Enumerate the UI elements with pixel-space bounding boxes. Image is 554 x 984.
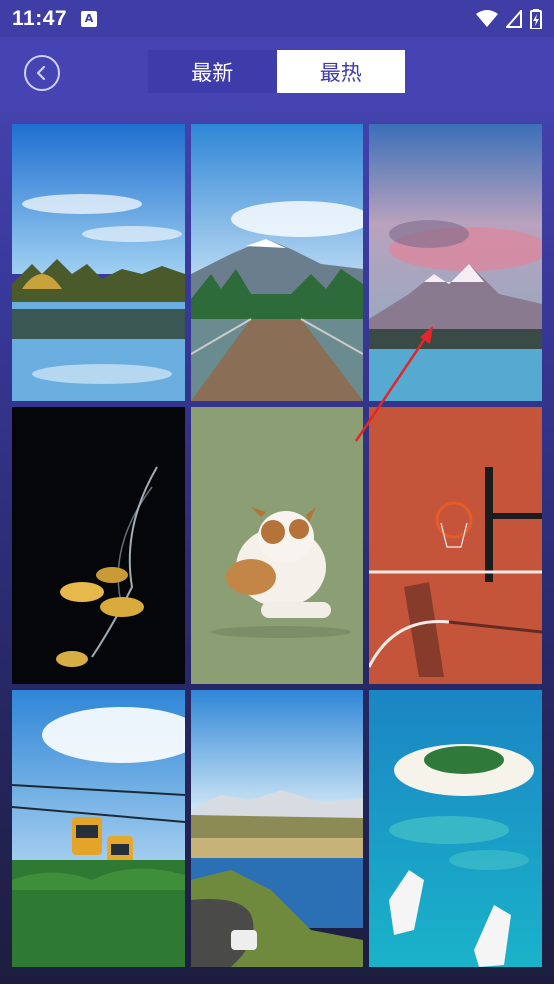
status-time: 11:47: [12, 6, 68, 30]
tab-hot[interactable]: 最热: [276, 50, 405, 93]
wallpaper-lakeside-road[interactable]: [191, 690, 363, 967]
status-bar: 11:47 A: [0, 0, 554, 37]
wallpaper-jellyfish[interactable]: [12, 407, 185, 684]
wallpaper-boardwalk-bridge[interactable]: [191, 124, 363, 401]
tab-latest[interactable]: 最新: [148, 50, 277, 93]
status-icons: [476, 8, 542, 29]
wallpaper-lake-reflection[interactable]: [12, 124, 185, 401]
back-arrow-icon: [36, 65, 46, 81]
battery-icon: [530, 8, 542, 29]
wallpaper-snowy-mountain[interactable]: [369, 124, 542, 401]
wallpaper-basketball-hoop[interactable]: [369, 407, 542, 684]
wallpaper-island-boats[interactable]: [369, 690, 542, 967]
accessibility-icon: A: [81, 10, 98, 27]
wallpaper-dog[interactable]: [191, 407, 363, 684]
wifi-icon: [476, 9, 498, 27]
top-bar: 最新 最热: [0, 37, 554, 112]
back-button[interactable]: [24, 55, 60, 91]
wallpaper-grid: [12, 124, 542, 984]
category-tabs: 最新 最热: [148, 50, 405, 93]
wallpaper-cable-car[interactable]: [12, 690, 185, 967]
signal-icon: [506, 9, 522, 28]
